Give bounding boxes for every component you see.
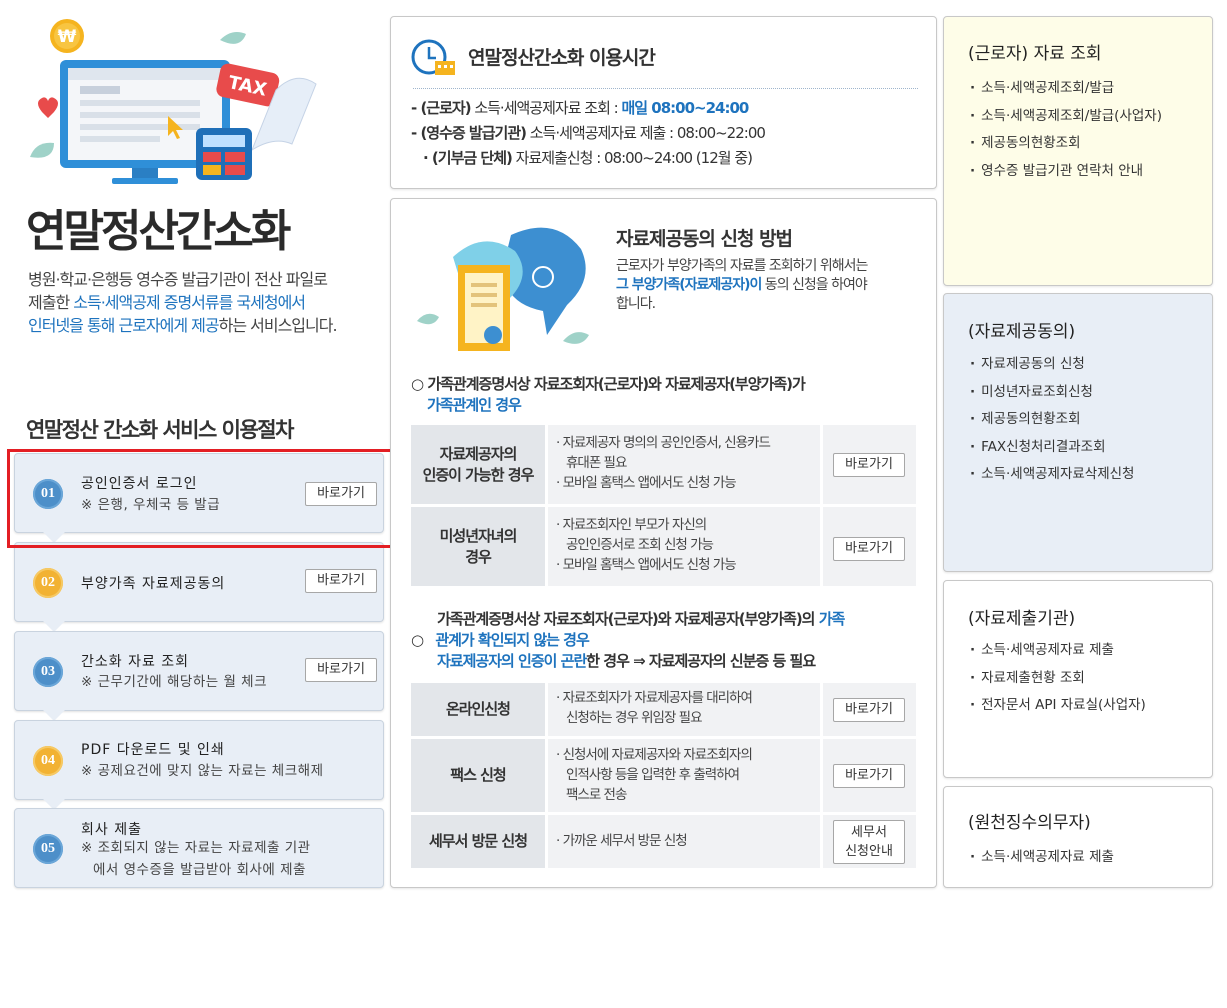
step-note: ※ 조회되지 않는 자료는 자료제출 기관 [81,840,311,856]
link-deduction-lookup[interactable]: 소득·세액공제조회/발급 [970,75,1162,103]
tax-office-guide-button[interactable]: 세무서 신청안내 [833,820,905,864]
step-03-simplified-lookup: 03 간소화 자료 조회 ※ 근무기간에 해당하는 월 체크 바로가기 [14,631,384,721]
row-label-online: 온라인신청 [411,683,545,736]
go-button-online-apply[interactable]: 바로가기 [833,698,905,722]
consent-apply-desc: 근로자가 부양가족의 자료를 조회하기 위해서는 그 부양가족(자료제공자)이 … [616,258,868,312]
intro-line-1: 병원·학교·은행등 영수증 발급기관이 전산 파일로 [28,270,328,289]
withholding-agent-title: (원천징수의무자) [968,813,1091,833]
time-line-donation: · (기부금 단체) 자료제출신청 : 08:00~24:00 (12월 중) [423,149,753,167]
step-05-company-submit: 05 회사 제출 ※ 조회되지 않는 자료는 자료제출 기관 에서 영수증을 발… [14,808,384,888]
highlight-box [7,449,393,548]
step-title: PDF 다운로드 및 인쇄 [81,742,225,758]
main-title: 연말정산간소화 [26,206,291,257]
go-button-dependent-consent[interactable]: 바로가기 [305,569,377,593]
usage-time-panel: 연말정산간소화 이용시간 - (근로자) 소득·세액공제자료 조회 : 매일 0… [390,16,937,189]
data-consent-box: (자료제공동의) 자료제공동의 신청 미성년자료조회신청 제공동의현황조회 FA… [943,293,1213,572]
go-button-auth-possible[interactable]: 바로가기 [833,453,905,477]
row-label-visit: 세무서 방문 신청 [411,815,545,868]
step-title: 부양가족 자료제공동의 [81,576,226,592]
usage-time-title: 연말정산간소화 이용시간 [468,47,656,69]
row-desc-auth-possible: · 자료제공자 명의의 공인인증서, 신용카드 휴대폰 필요 · 모바일 홈택스… [548,425,820,504]
worker-lookup-box: (근로자) 자료 조회 소득·세액공제조회/발급 소득·세액공제조회/발급(사업… [943,16,1213,286]
step-title: 회사 제출 [81,822,142,838]
service-intro: 병원·학교·은행등 영수증 발급기관이 전산 파일로 제출한 소득·세액공제 증… [28,268,388,337]
link-delete-deduction-data[interactable]: 소득·세액공제자료삭제신청 [970,461,1134,489]
won-icon: ₩ [58,27,77,47]
step-02-dependent-consent: 02 부양가족 자료제공동의 바로가기 [14,542,384,632]
step-note-cont: 에서 영수증을 발급받아 회사에 제출 [93,862,306,878]
circle-bullet-icon: ○ [411,631,428,649]
row-desc-online: · 자료조회자가 자료제공자를 대리하여 신청하는 경우 위임장 필요 [548,683,820,736]
step-note: ※ 공제요건에 맞지 않는 자료는 체크해제 [81,763,324,779]
step-04-pdf-download: 04 PDF 다운로드 및 인쇄 ※ 공제요건에 맞지 않는 자료는 체크해제 [14,720,384,810]
time-line-issuer: - (영수증 발급기관) 소득·세액공제자료 제출 : 08:00~22:00 [411,124,766,142]
link-minor-lookup-apply[interactable]: 미성년자료조회신청 [970,379,1134,407]
intro-line-2: 제출한 소득·세액공제 증명서류를 국세청에서 [28,293,306,312]
row-label-fax: 팩스 신청 [411,739,545,812]
go-button-minor-child[interactable]: 바로가기 [833,537,905,561]
step-number-badge: 04 [33,746,63,776]
step-title: 간소화 자료 조회 [81,654,190,670]
computer-tax-illustration: ₩ TAX [30,19,317,184]
consent-apply-panel: 자료제공동의 신청 방법 근로자가 부양가족의 자료를 조회하기 위해서는 그 … [390,198,937,888]
link-consent-apply[interactable]: 자료제공동의 신청 [970,351,1134,379]
link-issuer-contacts[interactable]: 영수증 발급기관 연락처 안내 [970,158,1162,186]
consent-apply-title: 자료제공동의 신청 방법 [616,228,793,250]
intro-line-3: 인터넷을 통해 근로자에게 제공하는 서비스입니다. [28,316,338,335]
withholding-agent-list: 소득·세액공제자료 제출 [970,844,1114,872]
submitting-agency-box: (자료제출기관) 소득·세액공제자료 제출 자료제출현황 조회 전자문서 API… [943,580,1213,778]
procedure-title: 연말정산 간소화 서비스 이용절차 [26,418,294,442]
row-label-auth-possible: 자료제공자의 인증이 가능한 경우 [411,425,545,504]
clock-calendar-icon [411,39,455,75]
link-api-library[interactable]: 전자문서 API 자료실(사업자) [970,692,1146,720]
submitting-agency-list: 소득·세액공제자료 제출 자료제출현황 조회 전자문서 API 자료실(사업자) [970,637,1146,720]
submitting-agency-title: (자료제출기관) [968,609,1076,629]
row-label-minor-child: 미성년자녀의 경우 [411,507,545,586]
link-consent-status[interactable]: 제공동의현황조회 [970,130,1162,158]
step-number-badge: 02 [33,568,63,598]
step-number-badge: 03 [33,657,63,687]
data-consent-title: (자료제공동의) [968,322,1076,342]
link-fax-result[interactable]: FAX신청처리결과조회 [970,434,1134,462]
circle-bullet-icon: ○ [411,375,428,393]
step-number-badge: 05 [33,834,63,864]
link-submit-deduction-data[interactable]: 소득·세액공제자료 제출 [970,637,1146,665]
link-withholder-submit[interactable]: 소득·세액공제자료 제출 [970,844,1114,872]
go-button-simplified-lookup[interactable]: 바로가기 [305,658,377,682]
link-submission-status[interactable]: 자료제출현황 조회 [970,665,1146,693]
hero-illustration: ₩ TAX [20,12,370,192]
worker-lookup-list: 소득·세액공제조회/발급 소득·세액공제조회/발급(사업자) 제공동의현황조회 … [970,75,1162,185]
condition-family-unconfirmed: 가족관계증명서상 자료조회자(근로자)와 자료제공자(부양가족)의 가족 ○ 관… [411,610,845,670]
document-speech-illustration [417,227,589,351]
go-button-fax-apply[interactable]: 바로가기 [833,764,905,788]
worker-lookup-title: (근로자) 자료 조회 [968,44,1102,64]
step-note: ※ 근무기간에 해당하는 월 체크 [81,674,268,690]
withholding-agent-box: (원천징수의무자) 소득·세액공제자료 제출 [943,786,1213,888]
row-desc-fax: · 신청서에 자료제공자와 자료조회자의 인적사항 등을 입력한 후 출력하여 … [548,739,820,812]
row-desc-minor-child: · 자료조회자인 부모가 자신의 공인인증서로 조회 신청 가능 · 모바일 홈… [548,507,820,586]
row-desc-visit: · 가까운 세무서 방문 신청 [548,815,820,868]
time-line-worker: - (근로자) 소득·세액공제자료 조회 : 매일 08:00~24:00 [411,99,749,117]
link-deduction-lookup-business[interactable]: 소득·세액공제조회/발급(사업자) [970,103,1162,131]
condition-family-confirmed: ○ 가족관계증명서상 자료조회자(근로자)와 자료제공자(부양가족)가 가족관계… [411,375,806,414]
data-consent-list: 자료제공동의 신청 미성년자료조회신청 제공동의현황조회 FAX신청처리결과조회… [970,351,1134,489]
link-consent-status-2[interactable]: 제공동의현황조회 [970,406,1134,434]
